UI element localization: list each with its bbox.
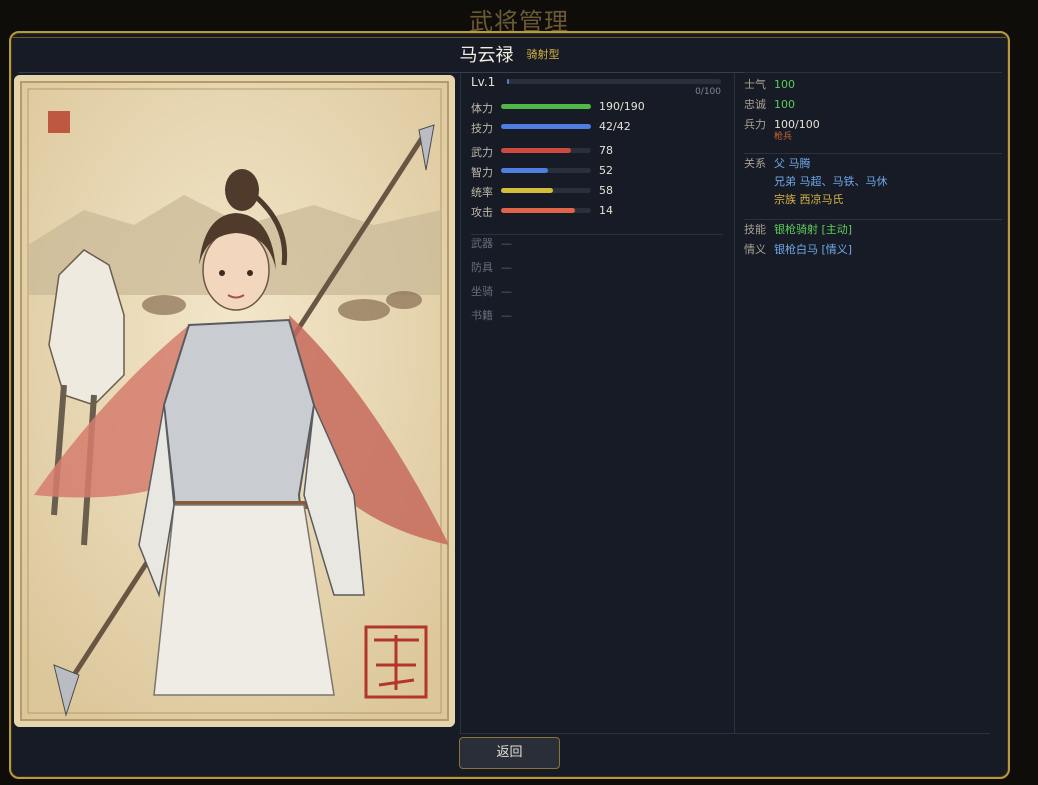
skill-value[interactable]: 银枪骑射 [主动]	[774, 223, 852, 236]
stat-bar	[501, 104, 591, 109]
troop-type: 枪兵	[774, 129, 792, 142]
troop-type-value: 枪兵	[774, 132, 793, 142]
equip-label: 书籍	[471, 309, 493, 322]
equip-slot-book[interactable]: 书籍 —	[471, 307, 512, 323]
stat-label: 智力	[471, 166, 493, 179]
bond-row: 情义 银枪白马 [情义]	[744, 241, 852, 257]
stat-value: 58	[599, 184, 613, 197]
stats-column: Lv.1 0/100 体力 190/190 技力 42/42 武力 78 智力 …	[465, 73, 727, 733]
equip-slot-weapon[interactable]: 武器 —	[471, 235, 512, 251]
relations-label: 关系	[744, 157, 766, 170]
equip-value: —	[501, 261, 512, 274]
skill-row: 技能 银枪骑射 [主动]	[744, 221, 852, 237]
stat-label: 技力	[471, 122, 493, 135]
column-divider	[460, 73, 461, 733]
morale-label: 士气	[744, 78, 766, 91]
stat-bar	[501, 188, 591, 193]
equip-label: 坐骑	[471, 285, 493, 298]
portrait-illustration	[22, 83, 449, 719]
stat-bar-fill	[501, 104, 591, 109]
exp-bar-fill	[507, 79, 510, 84]
relation-clan: 宗族 西凉马氏	[774, 191, 844, 207]
skill-label: 技能	[744, 223, 766, 236]
morale-row: 士气 100	[744, 76, 795, 92]
relation-item[interactable]: 兄弟 马超、马铁、马休	[774, 175, 888, 188]
equip-value: —	[501, 309, 512, 322]
relations-row: 关系父 马腾	[744, 155, 811, 171]
stat-bar	[501, 208, 591, 213]
troops-label: 兵力	[744, 118, 766, 131]
info-divider	[744, 153, 1002, 154]
exp-bar	[507, 79, 721, 84]
column-divider	[734, 73, 735, 733]
stat-bar	[501, 148, 591, 153]
stat-value: 42/42	[599, 120, 631, 133]
equip-slot-mount[interactable]: 坐骑 —	[471, 283, 512, 299]
stat-value: 78	[599, 144, 613, 157]
equip-label: 防具	[471, 261, 493, 274]
relation-item[interactable]: 宗族 西凉马氏	[774, 193, 844, 206]
stat-bar-fill	[501, 148, 572, 153]
bond-value[interactable]: 银枪白马 [情义]	[774, 243, 852, 256]
hero-header: 马云禄 骑射型	[11, 41, 1008, 71]
stat-value: 14	[599, 204, 613, 217]
stat-bar	[501, 124, 591, 129]
stat-label: 攻击	[471, 206, 493, 219]
stat-label: 武力	[471, 146, 493, 159]
stat-value: 52	[599, 164, 613, 177]
stat-label: 统率	[471, 186, 493, 199]
stat-value: 190/190	[599, 100, 645, 113]
footer-divider	[459, 733, 990, 734]
equip-slot-armor[interactable]: 防具 —	[471, 259, 512, 275]
equip-value: —	[501, 285, 512, 298]
panel-top-line	[13, 37, 1006, 38]
loyalty-value: 100	[774, 98, 795, 111]
stat-bar-fill	[501, 188, 554, 193]
info-divider	[744, 219, 1002, 220]
stat-bar	[501, 168, 591, 173]
info-divider	[744, 72, 1002, 73]
loyalty-label: 忠诚	[744, 98, 766, 111]
stat-bar-fill	[501, 208, 575, 213]
stat-bar-fill	[501, 124, 591, 129]
seal-stamp-small	[48, 111, 70, 133]
info-column: 士气 100 忠诚 100 兵力 100/100 枪兵 关系父 马腾 兄弟 马超、马铁…	[744, 69, 1002, 734]
general-detail-panel: 马云禄 骑射型 Lv.1 0/100 体力 190/190 技力 42/42 武…	[9, 31, 1010, 779]
loyalty-row: 忠诚 100	[744, 96, 795, 112]
equip-value: —	[501, 237, 512, 250]
exp-text: 0/100	[695, 87, 721, 97]
level-label: Lv.1	[471, 75, 496, 89]
relation-item[interactable]: 父 马腾	[774, 157, 811, 170]
hero-type: 骑射型	[526, 48, 560, 61]
back-button[interactable]: 返回	[459, 737, 560, 769]
relation-siblings: 兄弟 马超、马铁、马休	[774, 173, 888, 189]
morale-value: 100	[774, 78, 795, 91]
equip-label: 武器	[471, 237, 493, 250]
bond-label: 情义	[744, 243, 766, 256]
hero-name: 马云禄	[459, 45, 514, 66]
hero-portrait	[14, 75, 455, 727]
stat-label: 体力	[471, 102, 493, 115]
stat-bar-fill	[501, 168, 548, 173]
